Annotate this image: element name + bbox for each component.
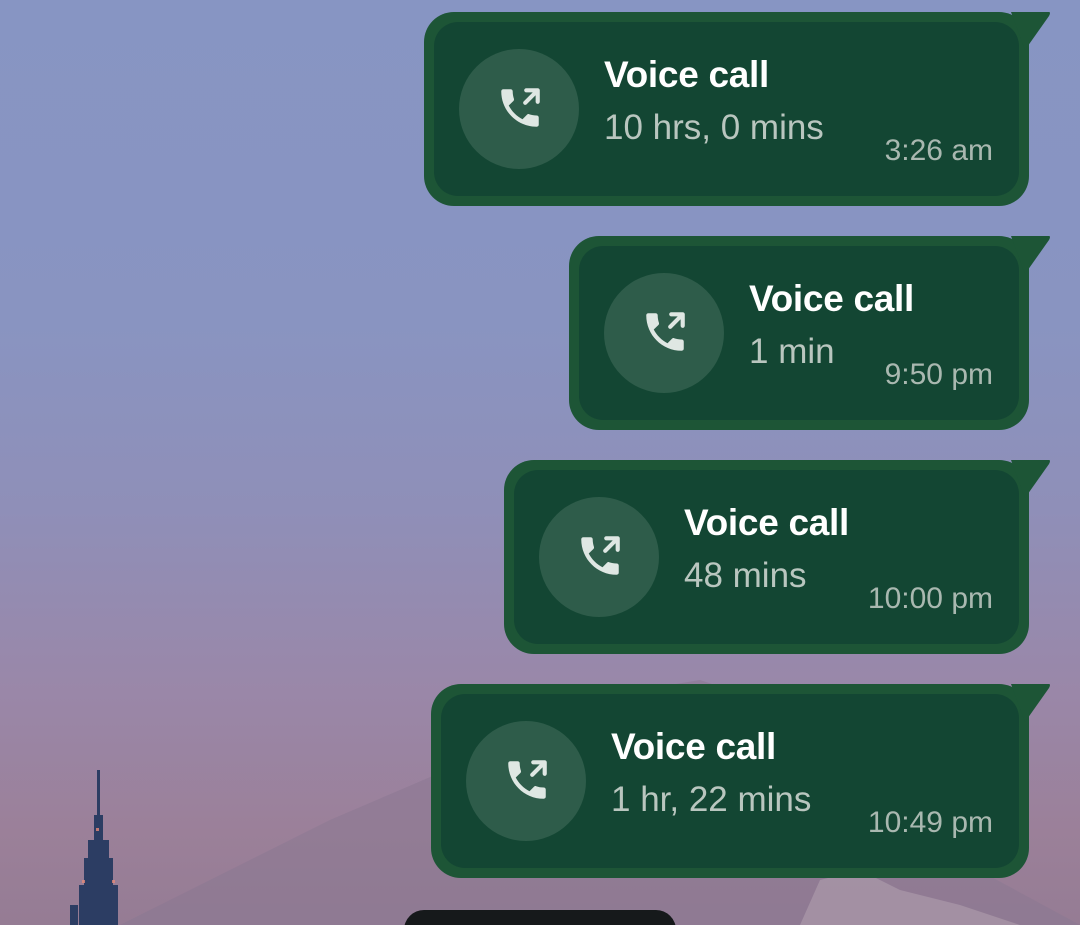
call-message-bubble[interactable]: Voice call 1 min 9:50 pm [569,236,1050,430]
phone-outgoing-icon [501,88,540,127]
phone-outgoing-icon [581,536,620,575]
tower-silhouette [70,770,118,925]
message-timestamp: 3:26 am [884,134,993,167]
call-duration: 1 min [749,332,835,371]
message-timestamp: 10:49 pm [867,806,993,839]
chat-screen: Voice call 10 hrs, 0 mins 3:26 am Voice … [0,0,1080,925]
message-timestamp: 9:50 pm [884,358,993,391]
outgoing-call-icon[interactable] [539,497,659,617]
call-message-bubble[interactable]: Voice call 10 hrs, 0 mins 3:26 am [424,12,1050,206]
navigation-handle[interactable] [404,910,676,925]
message-timestamp: 10:00 pm [867,582,993,615]
phone-outgoing-icon [646,312,685,351]
call-title: Voice call [604,54,769,95]
outgoing-call-icon[interactable] [459,49,579,169]
call-duration: 1 hr, 22 mins [611,780,812,819]
call-title: Voice call [749,278,914,319]
call-title: Voice call [684,502,849,543]
call-message-bubble[interactable]: Voice call 1 hr, 22 mins 10:49 pm [431,684,1050,878]
outgoing-call-icon[interactable] [466,721,586,841]
phone-outgoing-icon [508,760,547,799]
call-duration: 10 hrs, 0 mins [604,108,824,147]
outgoing-call-icon[interactable] [604,273,724,393]
call-duration: 48 mins [684,556,807,595]
call-message-bubble[interactable]: Voice call 48 mins 10:00 pm [504,460,1050,654]
call-title: Voice call [611,726,776,767]
